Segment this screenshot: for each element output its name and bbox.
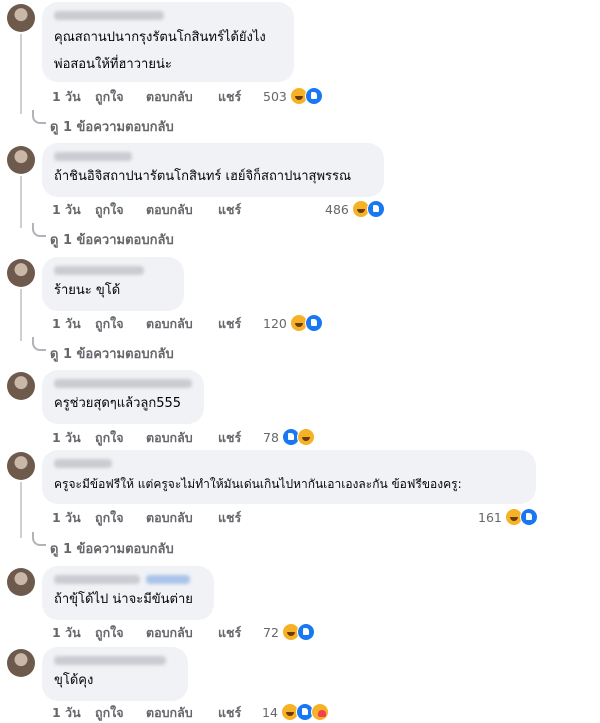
share-button[interactable]: แชร์ xyxy=(218,623,241,643)
like-button[interactable]: ถูกใจ xyxy=(95,623,124,643)
share-button[interactable]: แชร์ xyxy=(218,703,241,723)
reaction-summary[interactable]: 161 xyxy=(478,508,538,526)
comment-bubble: คุณสถานปนากรุงรัตนโกสินทร์ได้ยังไง พ่อสอ… xyxy=(42,2,294,82)
thread-line xyxy=(20,176,22,228)
author-name-blurred[interactable] xyxy=(54,11,164,20)
reply-button[interactable]: ตอบกลับ xyxy=(146,703,193,723)
like-button[interactable]: ถูกใจ xyxy=(95,508,124,528)
comment-text-line: ขุโด้คุง xyxy=(54,673,94,688)
reply-button[interactable]: ตอบกลับ xyxy=(146,623,193,643)
reaction-summary[interactable]: 120 xyxy=(263,314,323,332)
timestamp-link[interactable]: 1 วัน xyxy=(52,428,81,448)
like-button[interactable]: ถูกใจ xyxy=(95,87,124,107)
author-name-blurred[interactable] xyxy=(54,575,140,584)
avatar[interactable] xyxy=(7,146,35,174)
thread-line xyxy=(20,289,22,341)
reaction-count: 14 xyxy=(262,704,278,720)
avatar[interactable] xyxy=(7,649,35,677)
author-name-blurred[interactable] xyxy=(54,656,166,665)
reply-button[interactable]: ตอบกลับ xyxy=(146,314,193,334)
timestamp-link[interactable]: 1 วัน xyxy=(52,87,81,107)
avatar[interactable] xyxy=(7,259,35,287)
share-button[interactable]: แชร์ xyxy=(218,87,241,107)
thread-line xyxy=(20,34,22,114)
timestamp-link[interactable]: 1 วัน xyxy=(52,703,81,723)
view-replies-link[interactable]: ดู 1 ข้อความตอบกลับ xyxy=(32,337,174,364)
like-button[interactable]: ถูกใจ xyxy=(95,200,124,220)
like-button[interactable]: ถูกใจ xyxy=(95,428,124,448)
reply-button[interactable]: ตอบกลับ xyxy=(146,428,193,448)
reaction-count: 503 xyxy=(263,88,287,104)
reaction-summary[interactable]: 14 xyxy=(262,703,329,721)
author-name-blurred[interactable] xyxy=(54,459,112,468)
like-icon xyxy=(519,508,538,526)
reaction-count: 78 xyxy=(263,429,279,445)
timestamp-link[interactable]: 1 วัน xyxy=(52,508,81,528)
like-button[interactable]: ถูกใจ xyxy=(95,703,124,723)
timestamp-link[interactable]: 1 วัน xyxy=(52,200,81,220)
reaction-summary[interactable]: 486 xyxy=(325,200,385,218)
author-name-blurred[interactable] xyxy=(54,379,192,388)
reply-button[interactable]: ตอบกลับ xyxy=(146,508,193,528)
view-replies-link[interactable]: ดู 1 ข้อความตอบกลับ xyxy=(32,223,174,250)
comment-text-line: ถ้าขุ้โด้ไป น่าจะมีขันต่าย xyxy=(54,592,193,607)
comment-bubble: ถ้าขุ้โด้ไป น่าจะมีขันต่าย xyxy=(42,566,214,620)
view-replies-link[interactable]: ดู 1 ข้อความตอบกลับ xyxy=(32,532,174,559)
avatar[interactable] xyxy=(7,452,35,480)
comment-text-line: พ่อสอนให้ที่ฮาวายน่ะ xyxy=(54,57,172,72)
timestamp-link[interactable]: 1 วัน xyxy=(52,314,81,334)
reaction-summary[interactable]: 78 xyxy=(263,428,315,446)
like-icon xyxy=(304,87,323,105)
reaction-count: 72 xyxy=(263,624,279,640)
comment-text-line: ถ้าชินอิจิสถาปนารัตนโกสินทร์ เฮย์จิก็สถา… xyxy=(54,169,352,184)
comment-text-line: คุณสถานปนากรุงรัตนโกสินทร์ได้ยังไง xyxy=(54,30,266,45)
comment-bubble: ร้ายนะ ขุโด้ xyxy=(42,257,184,311)
like-icon xyxy=(304,314,323,332)
comment-bubble: ครูช่วยสุดๆแล้วลูก555 xyxy=(42,370,204,424)
like-button[interactable]: ถูกใจ xyxy=(95,314,124,334)
comment-text-line: ร้ายนะ ขุโด้ xyxy=(54,283,121,298)
reaction-count: 161 xyxy=(478,509,502,525)
avatar[interactable] xyxy=(7,4,35,32)
like-icon xyxy=(366,200,385,218)
thread-line xyxy=(20,482,22,538)
reply-button[interactable]: ตอบกลับ xyxy=(146,87,193,107)
care-icon xyxy=(310,703,329,721)
comment-bubble: ครูจะมีข้อฟรีให้ แต่ครูจะไม่ทำให้มันเด่น… xyxy=(42,450,536,504)
author-name-blurred[interactable] xyxy=(54,152,132,161)
reaction-summary[interactable]: 503 xyxy=(263,87,323,105)
reaction-count: 486 xyxy=(325,201,349,217)
reaction-count: 120 xyxy=(263,315,287,331)
view-replies-link[interactable]: ดู 1 ข้อความตอบกลับ xyxy=(32,110,174,137)
timestamp-link[interactable]: 1 วัน xyxy=(52,623,81,643)
share-button[interactable]: แชร์ xyxy=(218,428,241,448)
haha-icon xyxy=(296,428,315,446)
avatar[interactable] xyxy=(7,568,35,596)
avatar[interactable] xyxy=(7,372,35,400)
share-button[interactable]: แชร์ xyxy=(218,200,241,220)
comment-bubble: ขุโด้คุง xyxy=(42,647,188,701)
reaction-summary[interactable]: 72 xyxy=(263,623,315,641)
share-button[interactable]: แชร์ xyxy=(218,508,241,528)
author-name-blurred[interactable] xyxy=(54,266,144,275)
like-icon xyxy=(296,623,315,641)
author-badge-blurred xyxy=(146,575,190,584)
reply-button[interactable]: ตอบกลับ xyxy=(146,200,193,220)
comment-bubble: ถ้าชินอิจิสถาปนารัตนโกสินทร์ เฮย์จิก็สถา… xyxy=(42,143,384,197)
comment-text-line: ครูจะมีข้อฟรีให้ แต่ครูจะไม่ทำให้มันเด่น… xyxy=(54,477,462,491)
share-button[interactable]: แชร์ xyxy=(218,314,241,334)
comment-text-line: ครูช่วยสุดๆแล้วลูก555 xyxy=(54,396,182,411)
